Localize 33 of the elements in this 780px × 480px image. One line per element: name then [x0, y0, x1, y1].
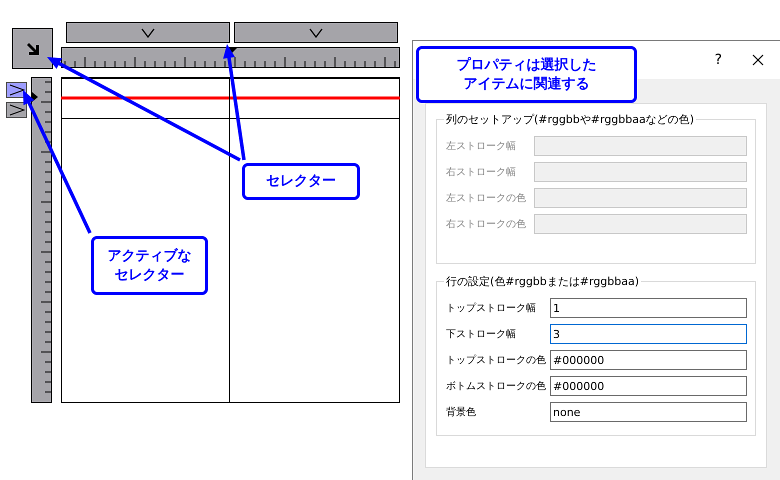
- column-selector[interactable]: [66, 22, 230, 43]
- callout-text: アイテムに関連する: [464, 74, 590, 94]
- close-icon[interactable]: [752, 54, 764, 66]
- callout-text: アクティブな: [108, 246, 192, 266]
- field-label: トップストローク幅: [446, 302, 537, 315]
- group-title: 行の設定(色#rggbbまたは#rggbbaa): [445, 274, 640, 289]
- input-field[interactable]: #000000: [550, 350, 747, 370]
- input-field[interactable]: none: [550, 402, 747, 422]
- chevron-down-icon: [309, 28, 323, 38]
- field-label: 左ストローク幅: [446, 140, 517, 153]
- field-label: 右ストロークの色: [446, 218, 527, 231]
- input-field[interactable]: 1: [550, 298, 747, 318]
- field-label: 背景色: [446, 406, 477, 419]
- field-label: トップストロークの色: [446, 354, 547, 367]
- column-selector[interactable]: [234, 22, 398, 43]
- arrow-icon: [24, 40, 40, 56]
- input-field[interactable]: #000000: [550, 376, 747, 396]
- field-label: 下ストローク幅: [446, 328, 517, 341]
- callout-text: プロパティは選択した: [456, 56, 596, 74]
- field-label: 左ストロークの色: [446, 192, 527, 205]
- select-all-button[interactable]: [12, 28, 53, 69]
- input-field[interactable]: 3: [550, 324, 747, 344]
- chevron-right-icon: [8, 84, 24, 96]
- field-label: 右ストローク幅: [446, 166, 517, 179]
- help-button[interactable]: ?: [714, 52, 722, 68]
- field-label: ボトムストロークの色: [446, 380, 547, 393]
- chevron-down-icon: [141, 28, 155, 38]
- group-title: 列のセットアップ(#rggbbや#rggbbaaなどの色): [445, 112, 696, 127]
- chevron-right-icon: [8, 104, 24, 116]
- callout-text: セレクター: [114, 266, 184, 284]
- callout-text: セレクター: [266, 172, 336, 191]
- row-selector[interactable]: [6, 82, 27, 98]
- row-selector[interactable]: [6, 102, 27, 118]
